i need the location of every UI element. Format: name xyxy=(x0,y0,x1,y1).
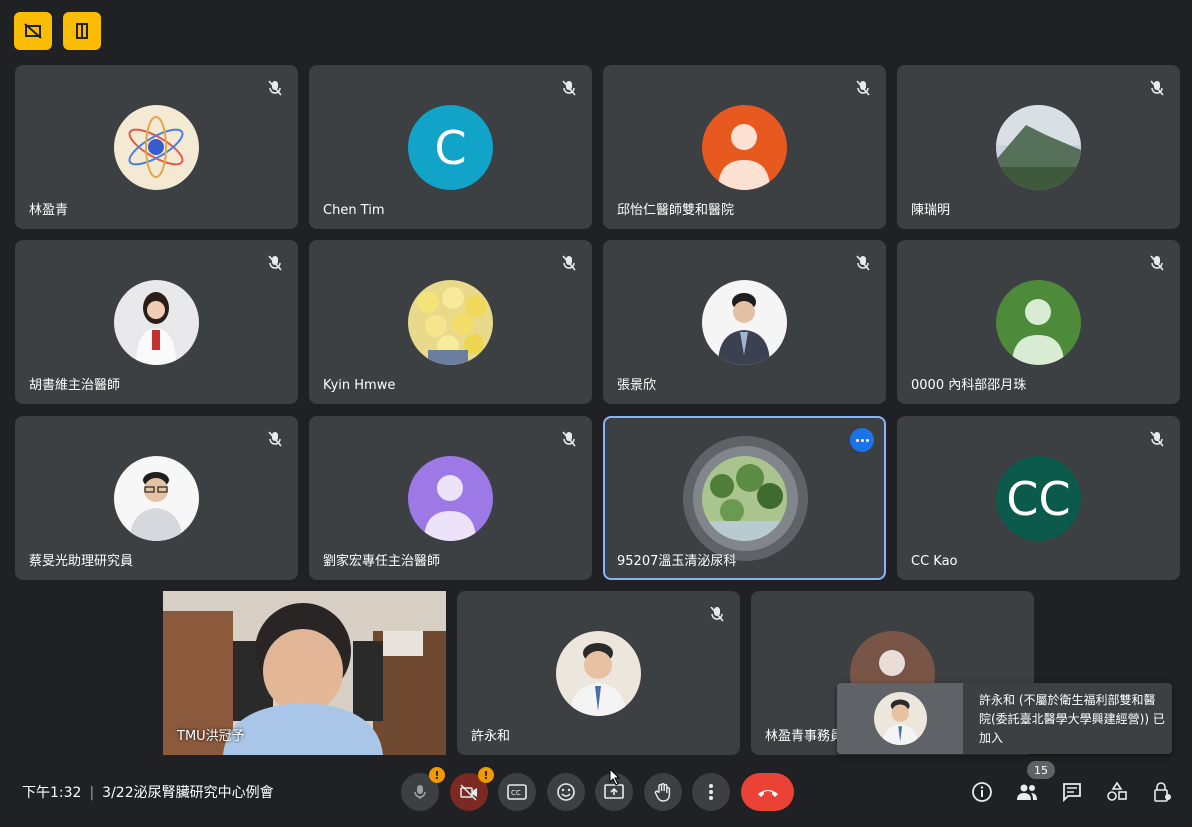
mic-off-icon xyxy=(562,80,576,96)
door-icon[interactable] xyxy=(63,12,101,50)
avatar xyxy=(556,631,641,716)
avatar xyxy=(702,456,787,541)
hand-icon xyxy=(654,783,671,802)
avatar xyxy=(408,456,493,541)
participant-name: 林盈青 xyxy=(29,203,69,218)
hide-self-view-icon[interactable] xyxy=(14,12,52,50)
people-count-badge: 15 xyxy=(1027,761,1055,779)
info-icon xyxy=(972,782,992,802)
meeting-info: 下午1:32 | 3/22泌尿腎臟研究中心例會 xyxy=(22,782,274,802)
participant-tile[interactable]: 胡書維主治醫師 xyxy=(15,240,298,404)
avatar: C xyxy=(408,105,493,190)
participant-video-tile[interactable]: TMU洪冠予 xyxy=(163,591,446,755)
camera-off-button[interactable]: ! xyxy=(450,767,494,811)
svg-text:CC: CC xyxy=(511,789,521,797)
activities-button[interactable] xyxy=(1103,778,1131,806)
avatar xyxy=(114,280,199,365)
participant-name: CC Kao xyxy=(911,554,958,569)
mic-off-icon xyxy=(1150,80,1164,96)
participant-name: Chen Tim xyxy=(323,203,385,218)
participant-tile[interactable]: CC CC Kao xyxy=(897,416,1180,580)
participant-tile[interactable]: 林盈青 xyxy=(15,65,298,229)
raise-hand-button[interactable] xyxy=(644,773,682,811)
shapes-icon xyxy=(1107,781,1127,801)
lock-person-icon xyxy=(1154,782,1171,802)
participant-name: 林盈青事務員 xyxy=(765,729,844,744)
mic-off-icon xyxy=(856,80,870,96)
mic-off-icon xyxy=(710,606,724,622)
mic-off-icon xyxy=(268,255,282,271)
participant-tile[interactable]: 0000 內科部邵月珠 xyxy=(897,240,1180,404)
toast-message: 許永和 (不屬於衛生福利部雙和醫院(委託臺北醫學大學興建經營)) 已加入 xyxy=(979,693,1165,745)
participant-name: 張景欣 xyxy=(617,378,657,393)
reactions-button[interactable] xyxy=(547,773,585,811)
more-vert-icon xyxy=(709,784,713,800)
divider: | xyxy=(89,785,95,801)
mic-off-icon xyxy=(562,255,576,271)
participant-name: 邱怡仁醫師雙和醫院 xyxy=(617,203,735,218)
mouse-cursor-icon xyxy=(609,768,621,786)
participant-name: TMU洪冠予 xyxy=(177,729,245,744)
participant-name: 95207溫玉清泌尿科 xyxy=(617,554,737,569)
participant-name: Kyin Hmwe xyxy=(323,378,396,393)
camera-off-icon xyxy=(460,784,477,801)
host-controls-button[interactable] xyxy=(1148,778,1176,806)
participant-name: 0000 內科部邵月珠 xyxy=(911,378,1027,393)
chat-button[interactable] xyxy=(1058,778,1086,806)
participant-tile[interactable]: 許永和 xyxy=(457,591,740,755)
avatar xyxy=(996,280,1081,365)
mic-off-icon xyxy=(268,80,282,96)
more-options-button[interactable] xyxy=(692,773,730,811)
participant-tile[interactable]: 邱怡仁醫師雙和醫院 xyxy=(603,65,886,229)
mic-off-icon xyxy=(268,431,282,447)
avatar xyxy=(874,692,927,745)
mic-warning-badge: ! xyxy=(429,767,445,783)
captions-button[interactable]: CC xyxy=(498,773,536,811)
avatar xyxy=(702,105,787,190)
avatar: CC xyxy=(996,456,1081,541)
participant-name: 蔡旻光助理研究員 xyxy=(29,554,134,569)
meeting-details-button[interactable] xyxy=(968,778,996,806)
participant-name: 劉家宏專任主治醫師 xyxy=(323,554,441,569)
participant-name: 陳瑞明 xyxy=(911,203,951,218)
mic-off-icon xyxy=(856,255,870,271)
participant-tile[interactable]: C Chen Tim xyxy=(309,65,592,229)
participant-tile[interactable]: Kyin Hmwe xyxy=(309,240,592,404)
avatar xyxy=(408,280,493,365)
participant-name: 胡書維主治醫師 xyxy=(29,378,121,393)
participant-joined-toast: 許永和 (不屬於衛生福利部雙和醫院(委託臺北醫學大學興建經營)) 已加入 xyxy=(837,683,1172,754)
camera-warning-badge: ! xyxy=(478,767,494,783)
avatar xyxy=(114,456,199,541)
people-button[interactable] xyxy=(1013,778,1041,806)
participant-tile[interactable]: 陳瑞明 xyxy=(897,65,1180,229)
participant-name: 許永和 xyxy=(471,729,511,744)
participant-tile[interactable]: 張景欣 xyxy=(603,240,886,404)
mic-icon xyxy=(414,785,426,799)
chat-icon xyxy=(1063,783,1081,803)
toast-thumbnail xyxy=(837,683,963,754)
mic-off-icon xyxy=(1150,431,1164,447)
participant-tile[interactable]: 劉家宏專任主治醫師 xyxy=(309,416,592,580)
meeting-time: 下午1:32 xyxy=(22,785,82,801)
people-icon xyxy=(1017,784,1037,800)
hang-up-icon xyxy=(757,790,778,797)
emoji-icon xyxy=(557,783,575,801)
mic-off-icon xyxy=(1150,255,1164,271)
more-options-button[interactable] xyxy=(850,428,874,452)
participant-tile[interactable]: 蔡旻光助理研究員 xyxy=(15,416,298,580)
avatar xyxy=(702,280,787,365)
participant-tile-speaking[interactable]: 95207溫玉清泌尿科 xyxy=(603,416,886,580)
avatar xyxy=(996,105,1081,190)
leave-call-button[interactable] xyxy=(741,773,794,811)
avatar xyxy=(114,105,199,190)
captions-icon: CC xyxy=(507,784,527,800)
microphone-button[interactable]: ! xyxy=(401,767,445,811)
mic-off-icon xyxy=(562,431,576,447)
meeting-title: 3/22泌尿腎臟研究中心例會 xyxy=(102,785,274,801)
